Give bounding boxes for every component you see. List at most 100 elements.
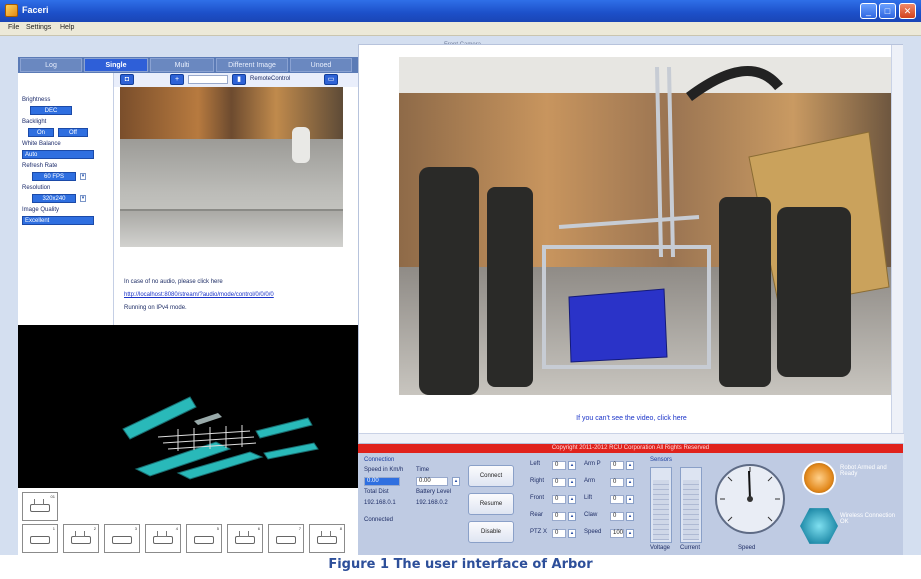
refresh-rate-label: Refresh Rate [22,163,58,169]
pose-thumb[interactable]: 1 [22,524,58,553]
speed-gauge-label: Speed [738,545,756,551]
motor-row-value[interactable]: 0 [552,529,566,538]
tab-bar: Log Single Multi Different Image Unoed [18,57,358,73]
motor-row-value[interactable]: 0 [552,478,566,487]
resolution-select[interactable]: 320x240 [32,194,76,203]
tab-single[interactable]: Single [84,58,148,72]
motor-row-label-2: Arm [584,478,595,484]
wireless-status-icon [800,508,838,544]
brightness-control[interactable]: DEC [30,106,72,115]
camera-panel: ◘ + ▮ RemoteControl ▭ In case of no audi… [114,73,358,325]
pose-thumb[interactable]: 6 [227,524,263,553]
camera-icon[interactable]: ◘ [120,74,134,85]
time-spin[interactable]: ▴ [452,477,460,486]
settings-panel: Brightness DEC Backlight On Off White Ba… [18,73,114,325]
backlight-off-button[interactable]: Off [58,128,88,137]
motor-row-value-2[interactable]: 0 [610,478,624,487]
image-quality-select[interactable]: Excellent [22,216,94,225]
white-balance-select[interactable]: Auto [22,150,94,159]
armed-status-text: Robot Armed and Ready [840,465,887,477]
pose-thumb[interactable]: 8 [309,524,345,553]
menu-file[interactable]: File [8,24,19,31]
pose-thumb[interactable]: 7 [268,524,304,553]
motor-row-label: Left [530,461,541,467]
disable-button[interactable]: Disable [468,521,514,543]
pose-thumb[interactable]: 5 [186,524,222,553]
motor-row-value-2[interactable]: 0 [610,461,624,470]
audio-link[interactable]: http://localhost:8080/stream/?audio/mode… [124,292,274,298]
motor-row-spin-2[interactable]: ▴ [626,461,634,470]
motor-row-value[interactable]: 0 [552,461,566,470]
audio-help-text: In case of no audio, please click here [124,279,223,285]
window-title: Faceri [22,5,49,15]
refresh-rate-select[interactable]: 60 FPS [32,172,76,181]
resolution-label: Resolution [22,185,51,191]
vertical-scrollbar[interactable] [891,45,903,433]
horizontal-scrollbar[interactable] [359,433,904,443]
backlight-on-button[interactable]: On [28,128,54,137]
pose-thumb[interactable]: 2 [63,524,99,553]
status-text: Running on IPv4 mode. [124,305,187,311]
control-panel: Connection Speed in Km/h Time 0.00 0.00 … [358,453,903,555]
motor-row-spin[interactable]: ▴ [568,529,576,538]
motor-row-value-2[interactable]: 0 [610,495,624,504]
robot-model-view[interactable] [18,325,358,488]
gauge-needle [748,470,751,500]
pose-thumb[interactable]: 4 [145,524,181,553]
sensors-group-title: Sensors [650,457,673,463]
motor-row-spin[interactable]: ▴ [568,478,576,487]
current-label: Current [680,545,701,551]
motor-row-spin[interactable]: ▴ [568,461,576,470]
speed-value: 0.00 [364,477,400,486]
connection-group-title: Connection [364,457,395,463]
motor-row-value[interactable]: 0 [552,495,566,504]
motor-row-label: Rear [530,512,544,518]
battery-label: Battery Level [416,489,452,495]
app-icon [5,4,18,17]
tab-unoed[interactable]: Unoed [290,58,352,72]
motor-row-value-2[interactable]: 0 [610,512,624,521]
motor-row-spin-2[interactable]: ▴ [626,478,634,487]
tab-different-image[interactable]: Different Image [216,58,288,72]
image-quality-label: Image Quality [22,207,60,213]
resume-button[interactable]: Resume [468,493,514,515]
menu-settings[interactable]: Settings [26,24,51,31]
camera-toolbar: ◘ + ▮ RemoteControl ▭ [114,73,358,87]
zoom-field[interactable] [188,75,228,84]
motor-row-spin-2[interactable]: ▴ [626,495,634,504]
close-button[interactable]: ✕ [899,3,916,19]
motor-row-label-2: Lift [584,495,593,501]
motor-row-value-2[interactable]: 100 [610,529,624,538]
add-icon[interactable]: + [170,74,184,85]
cant-see-video-link[interactable]: If you can't see the video, click here [359,415,904,422]
motor-row-label-2: Claw [584,512,598,518]
remote-control-label: RemoteControl [250,76,291,82]
speed-gauge [715,464,785,534]
remote-icon[interactable]: ▮ [232,74,246,85]
robot-video-feed[interactable] [399,57,892,395]
connected-status: Connected [364,517,394,523]
connect-button[interactable]: Connect [468,465,514,487]
motor-row-spin[interactable]: ▴ [568,495,576,504]
pose-thumb-active[interactable]: 01 [22,492,58,521]
minimize-button[interactable]: _ [860,3,877,19]
resolution-spin[interactable]: ▾ [80,195,86,202]
motor-row-label: Front [530,495,545,501]
wireless-status-text: Wireless Connection OK [840,513,896,525]
refresh-rate-spin[interactable]: ▾ [80,173,86,180]
model-arm [194,413,222,425]
screen-icon[interactable]: ▭ [324,74,338,85]
maximize-button[interactable]: □ [879,3,896,19]
title-bar: Faceri _ □ ✕ [0,0,921,22]
motor-row-value[interactable]: 0 [552,512,566,521]
main-area: Log Single Multi Different Image Unoed B… [0,36,921,555]
pose-thumb[interactable]: 3 [104,524,140,553]
ip-value: 192.168.0.1 [364,500,396,506]
menu-bar: File Settings Help [0,22,921,36]
menu-help[interactable]: Help [60,24,74,31]
tab-log[interactable]: Log [20,58,82,72]
motor-row-spin-2[interactable]: ▴ [626,512,634,521]
motor-row-spin[interactable]: ▴ [568,512,576,521]
tab-multi[interactable]: Multi [150,58,214,72]
motor-row-spin-2[interactable]: ▴ [626,529,634,538]
